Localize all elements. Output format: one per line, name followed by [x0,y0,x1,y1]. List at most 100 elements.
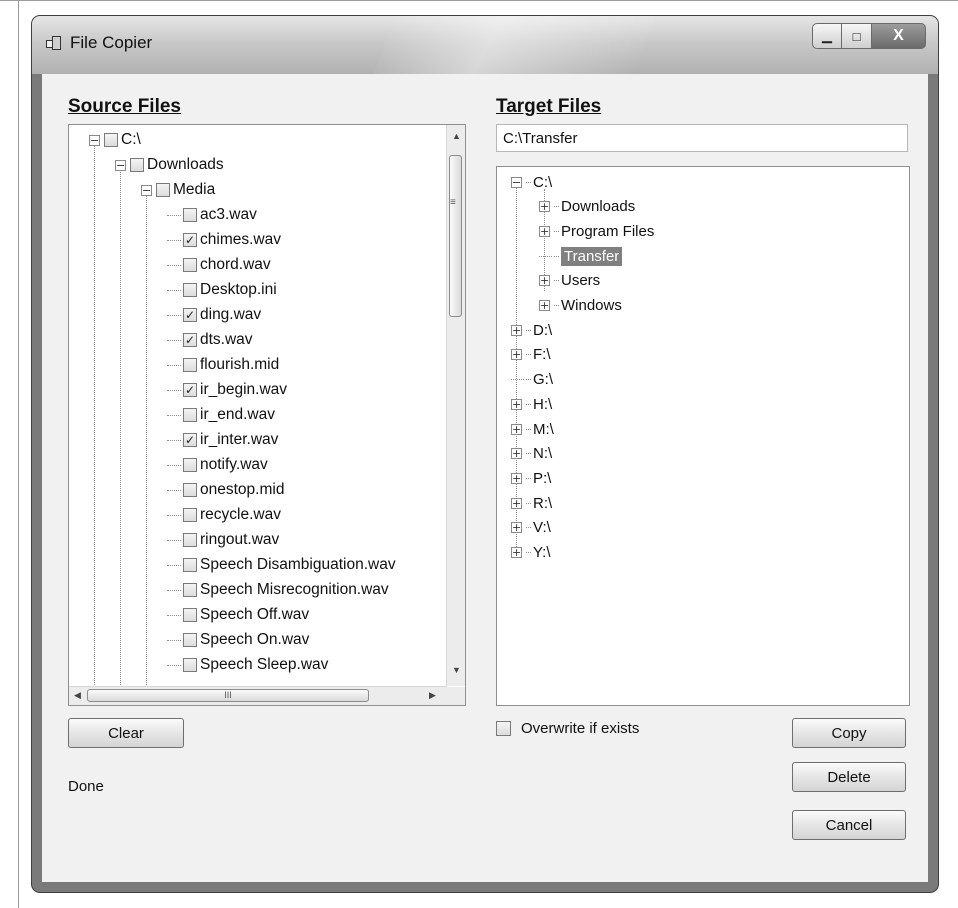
title-bar[interactable]: File Copier ▁ □ X [32,16,938,74]
expand-icon[interactable]: + [511,349,522,361]
target-tree-node[interactable]: Transfer [539,244,623,268]
target-tree-node[interactable]: + Y:\ [511,541,551,565]
file-checkbox[interactable] [183,283,197,297]
source-tree-node[interactable]: − Media [141,178,215,202]
file-checkbox[interactable] [183,483,197,497]
source-vertical-scrollbar[interactable]: ▲ ≡ ▼ [446,125,465,686]
source-tree-node[interactable]: notify.wav [167,453,268,477]
source-tree-node[interactable]: Speech Sleep.wav [167,653,328,677]
scroll-up-icon[interactable]: ▲ [452,131,461,141]
expand-icon[interactable]: + [511,423,522,435]
source-tree-node[interactable]: ✓ dts.wav [167,328,253,352]
minimize-button[interactable]: ▁ [812,23,842,49]
collapse-icon[interactable]: − [115,159,126,171]
file-checkbox[interactable]: ✓ [183,383,197,397]
expand-icon[interactable]: + [511,522,522,534]
file-checkbox[interactable] [130,158,144,172]
target-tree-node[interactable]: + F:\ [511,343,551,367]
target-tree-node[interactable]: G:\ [511,368,553,392]
source-tree-node[interactable]: onestop.mid [167,478,284,502]
scroll-left-icon[interactable]: ◀ [74,690,81,701]
source-tree-node[interactable]: ✓ chimes.wav [167,228,281,252]
file-checkbox[interactable] [183,258,197,272]
expand-icon[interactable]: + [511,497,522,509]
target-path-input[interactable] [496,124,908,152]
file-checkbox[interactable] [104,133,118,147]
close-button[interactable]: X [872,23,926,49]
file-checkbox[interactable]: ✓ [183,308,197,322]
delete-button[interactable]: Delete [792,762,906,792]
source-tree-node[interactable]: − C:\ [89,128,141,152]
source-tree-node[interactable]: ✓ ir_begin.wav [167,378,287,402]
source-tree-node[interactable]: − Downloads [115,153,224,177]
target-tree-node[interactable]: + V:\ [511,516,551,540]
target-tree-node[interactable]: + N:\ [511,442,552,466]
file-checkbox[interactable] [183,408,197,422]
file-checkbox[interactable] [183,358,197,372]
file-checkbox[interactable]: ✓ [183,233,197,247]
collapse-icon[interactable]: − [141,184,152,196]
target-tree-node[interactable]: + Users [539,269,600,293]
file-checkbox[interactable] [183,458,197,472]
overwrite-option[interactable]: Overwrite if exists [496,720,639,737]
maximize-button[interactable]: □ [842,23,872,49]
target-tree-node[interactable]: + Program Files [539,219,654,243]
scroll-down-icon[interactable]: ▼ [452,665,461,675]
scroll-right-icon[interactable]: ▶ [429,690,436,701]
target-tree-node[interactable]: + R:\ [511,491,552,515]
expand-icon[interactable]: + [539,300,550,311]
expand-icon[interactable]: + [539,225,550,237]
clear-button[interactable]: Clear [68,718,184,748]
file-checkbox[interactable]: ✓ [183,433,197,447]
file-checkbox[interactable]: ✓ [183,333,197,347]
source-tree-node[interactable]: Speech On.wav [167,628,309,652]
source-horizontal-scrollbar[interactable]: ◀ III ▶ [69,686,447,705]
source-tree-node[interactable]: chord.wav [167,253,271,277]
source-tree-node[interactable]: flourish.mid [167,353,279,377]
source-files-tree[interactable]: ▲ ≡ ▼ ◀ III ▶ − C:\ − Downloads − Media ac3.wa… [68,124,466,706]
copy-button[interactable]: Copy [792,718,906,748]
source-tree-node[interactable]: ringout.wav [167,528,279,552]
source-tree-node[interactable]: Speech Off.wav [167,603,309,627]
target-tree-node[interactable]: + Downloads [539,195,635,219]
source-tree-node[interactable]: recycle.wav [167,503,281,527]
source-tree-node[interactable]: ✓ ding.wav [167,303,261,327]
tree-branch-line [167,639,181,641]
expand-icon[interactable]: + [511,398,522,410]
target-tree-node[interactable]: + P:\ [511,466,551,490]
target-folder-tree[interactable]: − C:\ + Downloads + Program Files Transfer + Use… [496,166,910,706]
file-checkbox[interactable] [183,583,197,597]
file-checkbox[interactable] [183,208,197,222]
file-checkbox[interactable] [183,533,197,547]
target-tree-node[interactable]: + Windows [539,294,622,318]
expand-icon[interactable]: + [511,448,522,460]
expand-icon[interactable]: + [539,275,550,287]
expand-icon[interactable]: + [511,324,522,336]
expand-icon[interactable]: + [511,547,522,558]
file-checkbox[interactable] [183,633,197,647]
source-tree-node[interactable]: Desktop.ini [167,278,277,302]
source-tree-node[interactable]: ac3.wav [167,203,257,227]
vertical-scroll-thumb[interactable] [449,155,462,317]
file-checkbox[interactable] [183,508,197,522]
tree-branch-line [167,314,181,316]
source-tree-node[interactable]: Speech Misrecognition.wav [167,578,389,602]
collapse-icon[interactable]: − [511,176,522,188]
file-checkbox[interactable] [183,558,197,572]
cancel-button[interactable]: Cancel [792,810,906,840]
source-tree-node[interactable]: ✓ ir_inter.wav [167,428,278,452]
source-tree-node[interactable]: ir_end.wav [167,403,275,427]
expand-icon[interactable]: + [539,201,550,213]
file-checkbox[interactable] [183,608,197,622]
file-checkbox[interactable] [156,183,170,197]
file-checkbox[interactable] [183,658,197,672]
target-tree-node[interactable]: + H:\ [511,392,552,416]
target-tree-node[interactable]: + D:\ [511,318,552,342]
source-tree-node[interactable]: Speech Disambiguation.wav [167,553,396,577]
horizontal-scroll-thumb[interactable]: III [87,689,369,702]
collapse-icon[interactable]: − [89,134,100,146]
target-tree-node[interactable]: + M:\ [511,417,554,441]
overwrite-checkbox[interactable] [496,721,511,736]
expand-icon[interactable]: + [511,472,522,484]
target-tree-node[interactable]: − C:\ [511,170,552,194]
